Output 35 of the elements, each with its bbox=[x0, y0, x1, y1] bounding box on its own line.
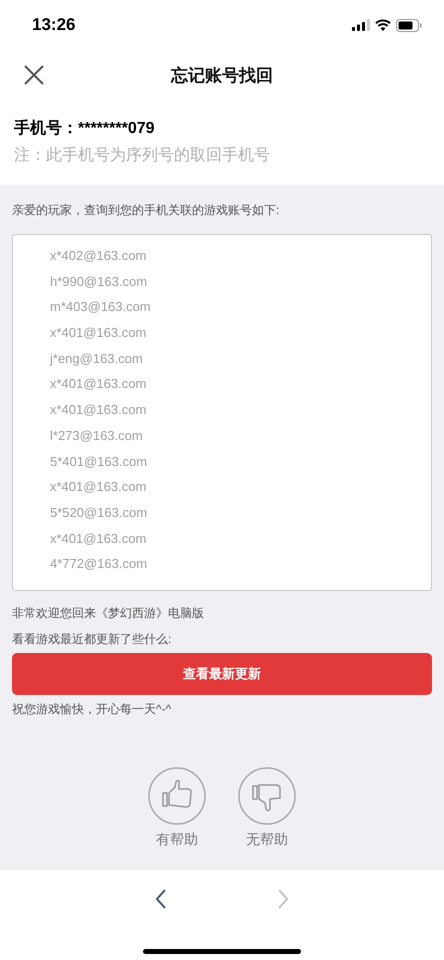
page-title: 忘记账号找回 bbox=[171, 64, 273, 86]
not-helpful-button[interactable]: 无帮助 bbox=[238, 767, 296, 849]
account-email: 5*520@163.com bbox=[50, 504, 148, 522]
account-email: x*401@163.com bbox=[50, 376, 148, 394]
back-button[interactable] bbox=[155, 889, 167, 909]
account-email: 5*401@163.com bbox=[50, 454, 148, 470]
account-email: x*401@163.com bbox=[50, 479, 148, 496]
account-email: x*401@163.com bbox=[50, 325, 148, 342]
account-email: h*990@163.com bbox=[50, 274, 148, 291]
phone-note: 注：此手机号为序列号的取回手机号 bbox=[14, 146, 271, 166]
intro-text: 亲爱的玩家，查询到您的手机关联的游戏账号如下: bbox=[12, 202, 280, 218]
wifi-icon bbox=[375, 19, 391, 31]
close-button[interactable] bbox=[24, 65, 44, 85]
account-email: x*402@163.com bbox=[50, 248, 148, 265]
phone-label: 手机号： bbox=[14, 118, 78, 139]
account-email: l*273@163.com bbox=[50, 428, 144, 445]
welcome-text: 非常欢迎您回来《梦幻西游》电脑版 bbox=[12, 605, 205, 621]
signal-icon bbox=[352, 19, 370, 31]
closing-text: 祝您游戏愉快，开心每一天^-^ bbox=[12, 701, 172, 717]
account-email: j*eng@163.com bbox=[50, 350, 144, 368]
account-email: x*401@163.com bbox=[50, 530, 148, 548]
account-email: m*403@163.com bbox=[50, 299, 152, 316]
forward-icon bbox=[277, 889, 289, 909]
back-icon bbox=[155, 889, 167, 909]
view-updates-button[interactable]: 查看最新更新 bbox=[12, 653, 432, 695]
close-icon bbox=[24, 65, 44, 85]
helpful-button[interactable]: 有帮助 bbox=[148, 767, 206, 849]
phone-number: ********079 bbox=[78, 120, 155, 138]
thumbs-up-icon bbox=[148, 767, 206, 825]
thumbs-down-icon bbox=[238, 767, 296, 825]
battery-icon bbox=[396, 18, 422, 32]
status-time: 13:26 bbox=[32, 15, 76, 35]
prompt-text: 看看游戏最近都更新了些什么: bbox=[12, 631, 172, 647]
account-email: x*401@163.com bbox=[50, 402, 148, 420]
account-email: 4*772@163.com bbox=[50, 556, 148, 574]
